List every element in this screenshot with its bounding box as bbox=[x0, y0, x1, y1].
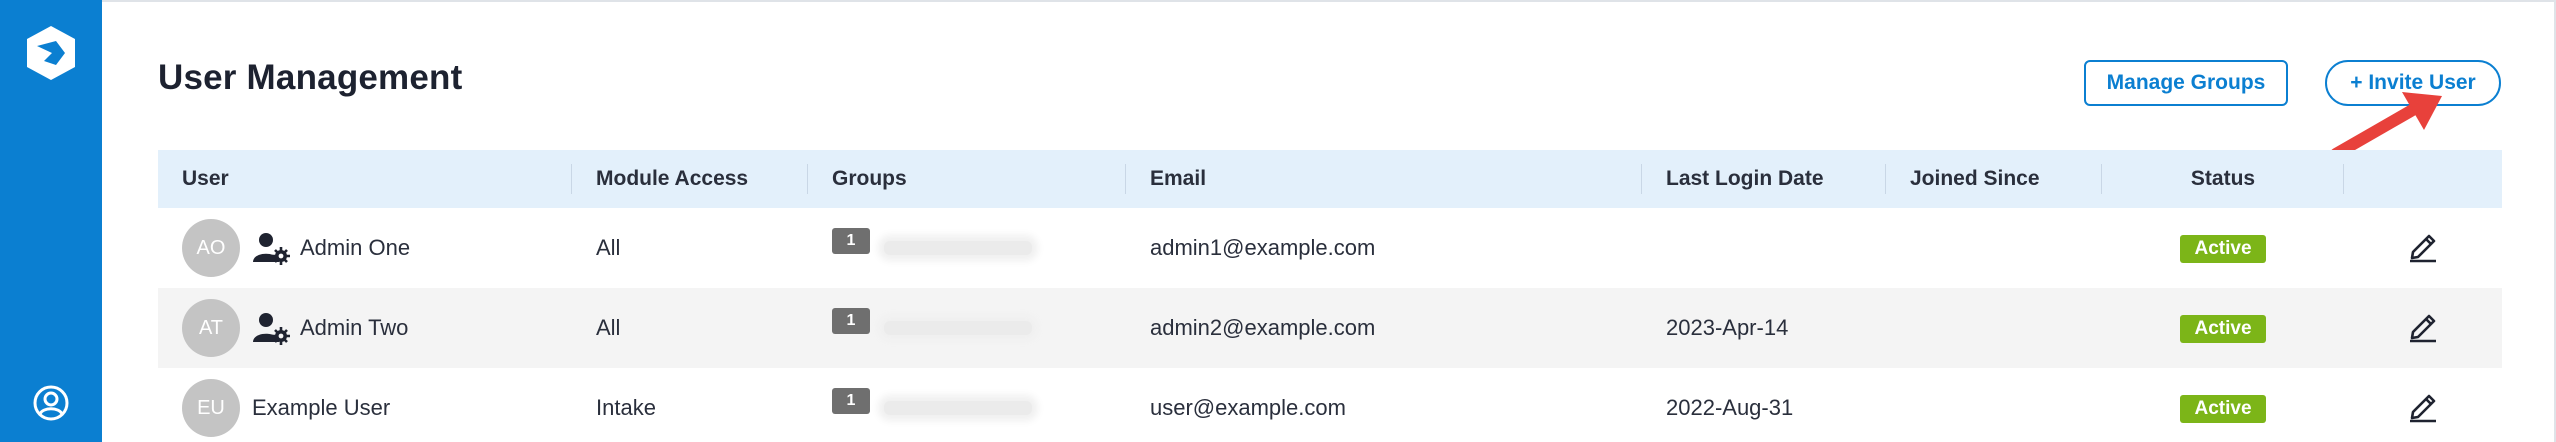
joined-since-cell bbox=[1886, 288, 2102, 368]
actions-cell bbox=[2344, 208, 2502, 288]
module-access-cell: All bbox=[596, 315, 621, 340]
column-header-last-login[interactable]: Last Login Date bbox=[1642, 150, 1886, 208]
avatar: AO bbox=[182, 219, 240, 277]
actions-cell bbox=[2344, 288, 2502, 368]
avatar: EU bbox=[182, 379, 240, 437]
group-count-badge: 1 bbox=[832, 228, 870, 254]
user-cell: AO Admin One bbox=[158, 208, 572, 288]
joined-since-cell bbox=[1886, 368, 2102, 442]
joined-since-cell bbox=[1886, 208, 2102, 288]
column-header-module-access[interactable]: Module Access bbox=[572, 150, 808, 208]
edit-pencil-icon[interactable] bbox=[2405, 227, 2441, 263]
module-access-cell: Intake bbox=[596, 395, 656, 420]
table-row[interactable]: AO Admin One All 1 admin1@example.com Ac… bbox=[158, 208, 2502, 288]
user-name: Example User bbox=[252, 395, 391, 420]
column-header-actions bbox=[2344, 150, 2502, 208]
column-header-status[interactable]: Status bbox=[2102, 150, 2344, 208]
groups-cell: 1 bbox=[808, 368, 1126, 442]
users-table: User Module Access Groups Email Last Log… bbox=[158, 150, 2502, 442]
column-header-joined-since[interactable]: Joined Since bbox=[1886, 150, 2102, 208]
last-login-cell: 2022-Aug-31 bbox=[1666, 395, 1794, 420]
redacted-group-names bbox=[884, 321, 1032, 335]
user-cell: EU Example User bbox=[158, 368, 572, 442]
user-name: Admin One bbox=[300, 235, 411, 260]
status-badge: Active bbox=[2180, 314, 2266, 343]
status-badge: Active bbox=[2180, 234, 2266, 263]
user-cell: AT Admin Two bbox=[158, 288, 572, 368]
redacted-group-names bbox=[884, 401, 1032, 415]
column-header-email[interactable]: Email bbox=[1126, 150, 1642, 208]
table-row[interactable]: AT Admin Two All 1 admin2@example.com 20… bbox=[158, 288, 2502, 368]
edit-pencil-icon[interactable] bbox=[2405, 307, 2441, 343]
groups-cell: 1 bbox=[808, 208, 1126, 288]
hexagon-logo-icon[interactable] bbox=[22, 24, 80, 82]
column-header-user[interactable]: User bbox=[158, 150, 572, 208]
last-login-cell: 2023-Apr-14 bbox=[1666, 315, 1789, 340]
module-access-cell: All bbox=[596, 235, 621, 260]
group-count-badge: 1 bbox=[832, 308, 870, 334]
user-admin-gear-icon bbox=[253, 313, 290, 345]
email-cell: user@example.com bbox=[1150, 395, 1346, 420]
table-row[interactable]: EU Example User Intake 1 user@example.co… bbox=[158, 368, 2502, 442]
redacted-group-names bbox=[884, 241, 1032, 255]
user-admin-gear-icon bbox=[253, 233, 290, 265]
last-login-cell bbox=[1642, 208, 1886, 288]
actions-cell bbox=[2344, 368, 2502, 442]
sidebar bbox=[0, 0, 102, 442]
page-title: User Management bbox=[158, 58, 463, 97]
groups-cell: 1 bbox=[808, 288, 1126, 368]
status-cell: Active bbox=[2102, 368, 2344, 442]
email-cell: admin1@example.com bbox=[1150, 235, 1376, 260]
status-badge: Active bbox=[2180, 394, 2266, 423]
status-cell: Active bbox=[2102, 288, 2344, 368]
manage-groups-button[interactable]: Manage Groups bbox=[2084, 60, 2288, 106]
email-cell: admin2@example.com bbox=[1150, 315, 1376, 340]
avatar: AT bbox=[182, 299, 240, 357]
user-circle-icon[interactable] bbox=[32, 384, 70, 422]
edit-pencil-icon[interactable] bbox=[2405, 387, 2441, 423]
user-name: Admin Two bbox=[300, 315, 409, 340]
status-cell: Active bbox=[2102, 208, 2344, 288]
column-header-groups[interactable]: Groups bbox=[808, 150, 1126, 208]
table-header-row: User Module Access Groups Email Last Log… bbox=[158, 150, 2502, 208]
main-content: User Management Manage Groups + Invite U… bbox=[102, 0, 2556, 442]
group-count-badge: 1 bbox=[832, 388, 870, 414]
